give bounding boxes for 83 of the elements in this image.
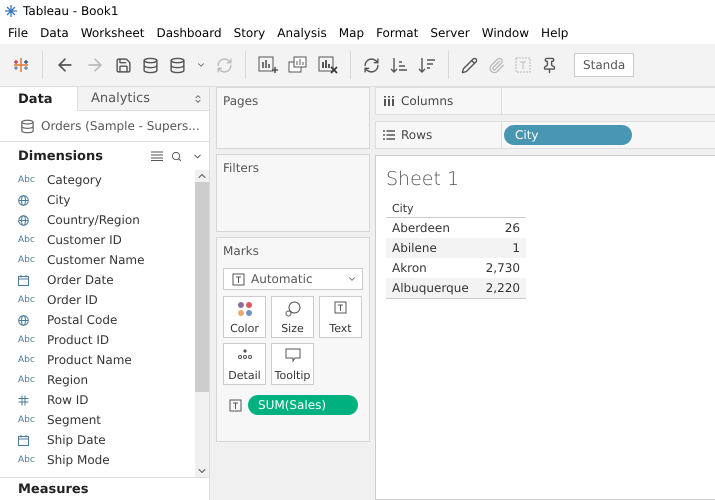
string-type-icon: Abc — [18, 455, 35, 465]
string-type-icon: Abc — [18, 255, 35, 265]
sheet-title: Sheet 1 — [386, 168, 460, 190]
dimension-field[interactable]: Order ID — [47, 293, 98, 307]
dimension-field[interactable]: Row ID — [47, 393, 89, 407]
mark-property-button[interactable]: Color — [223, 296, 266, 338]
hash-icon — [18, 394, 29, 406]
list-view-icon[interactable] — [151, 151, 163, 161]
menu-item[interactable]: Story — [228, 26, 272, 40]
menu-item[interactable]: Window — [476, 26, 536, 40]
text-icon — [232, 272, 245, 286]
rows-icon — [383, 130, 395, 140]
scrollbar-thumb[interactable] — [195, 182, 209, 392]
dimension-field[interactable]: Category — [47, 173, 102, 187]
calendar-icon — [18, 274, 29, 286]
dimension-field[interactable]: Postal Code — [47, 313, 118, 327]
size-circles-icon — [284, 301, 300, 317]
string-type-icon: Abc — [18, 295, 35, 305]
dots-icon — [236, 301, 252, 317]
dimension-field[interactable]: Ship Mode — [47, 453, 110, 467]
dimension-field[interactable]: Product ID — [47, 333, 110, 347]
mark-property-button[interactable]: Tooltip — [271, 343, 314, 385]
table-cell: 26 — [504, 221, 520, 235]
dimension-field[interactable]: Region — [47, 373, 88, 387]
globe-icon — [18, 214, 29, 226]
menu-item[interactable]: Help — [535, 26, 574, 40]
dimension-field[interactable]: Segment — [47, 413, 101, 427]
card-title: Filters — [223, 161, 260, 175]
dimension-field[interactable]: Customer Name — [47, 253, 145, 267]
menu-item[interactable]: Server — [424, 26, 476, 40]
string-type-icon: Abc — [18, 355, 35, 365]
menu-item[interactable]: Analysis — [271, 26, 333, 40]
string-type-icon: Abc — [18, 375, 35, 385]
window-title: Tableau - Book1 — [23, 4, 118, 18]
search-icon[interactable] — [171, 150, 182, 162]
shelf-label: Columns — [401, 94, 454, 108]
menu-item[interactable]: Data — [34, 26, 75, 40]
menu-item[interactable]: Format — [370, 26, 424, 40]
data-source-name[interactable]: Orders (Sample - Supers... — [41, 119, 200, 133]
updown-icon — [193, 94, 203, 104]
speech-bubble-icon — [284, 348, 300, 363]
globe-icon — [18, 314, 29, 326]
text-icon — [229, 398, 242, 412]
detail-dots-icon — [236, 348, 252, 360]
fit-dropdown[interactable]: Standa — [574, 53, 634, 77]
menu-item[interactable]: Dashboard — [150, 26, 228, 40]
mark-type-dropdown[interactable]: Automatic — [223, 268, 363, 290]
table-cell: 2,730 — [486, 261, 520, 275]
menu-item[interactable]: File — [2, 26, 34, 40]
card-title: Marks — [223, 244, 260, 258]
globe-icon — [18, 194, 29, 206]
mark-property-button[interactable]: Text — [319, 296, 362, 338]
string-type-icon: Abc — [18, 175, 35, 185]
menu-item[interactable]: Worksheet — [74, 26, 150, 40]
text-icon — [334, 301, 347, 314]
table-cell: Akron — [392, 261, 427, 275]
dimension-field[interactable]: Product Name — [47, 353, 132, 367]
cross-logo-icon — [12, 56, 30, 74]
dimension-field[interactable]: Order Date — [47, 273, 114, 287]
table-cell: Aberdeen — [392, 221, 450, 235]
section-title: Measures — [18, 482, 88, 496]
dimension-field[interactable]: City — [47, 193, 71, 207]
mark-property-button[interactable]: Detail — [223, 343, 266, 385]
snowflake-logo-icon — [4, 4, 18, 18]
dimension-field[interactable]: Customer ID — [47, 233, 122, 247]
string-type-icon: Abc — [18, 415, 35, 425]
string-type-icon: Abc — [18, 335, 35, 345]
shelf-label: Rows — [401, 128, 432, 142]
card-title: Pages — [223, 94, 260, 108]
table-cell: Abilene — [392, 241, 437, 255]
dimension-field[interactable]: Country/Region — [47, 213, 140, 227]
mark-property-button[interactable]: Size — [271, 296, 314, 338]
menu-item[interactable]: Map — [332, 26, 370, 40]
table-cell: 1 — [512, 241, 520, 255]
calendar-icon — [18, 434, 29, 446]
dimension-field[interactable]: Ship Date — [47, 433, 106, 447]
panel-tab[interactable]: Analytics — [77, 87, 209, 111]
database-icon — [20, 118, 35, 134]
table-cell: Albuquerque — [392, 281, 469, 295]
table-cell: 2,220 — [486, 281, 520, 295]
string-type-icon: Abc — [18, 235, 35, 245]
columns-icon — [383, 96, 395, 106]
section-title: Dimensions — [18, 148, 104, 164]
